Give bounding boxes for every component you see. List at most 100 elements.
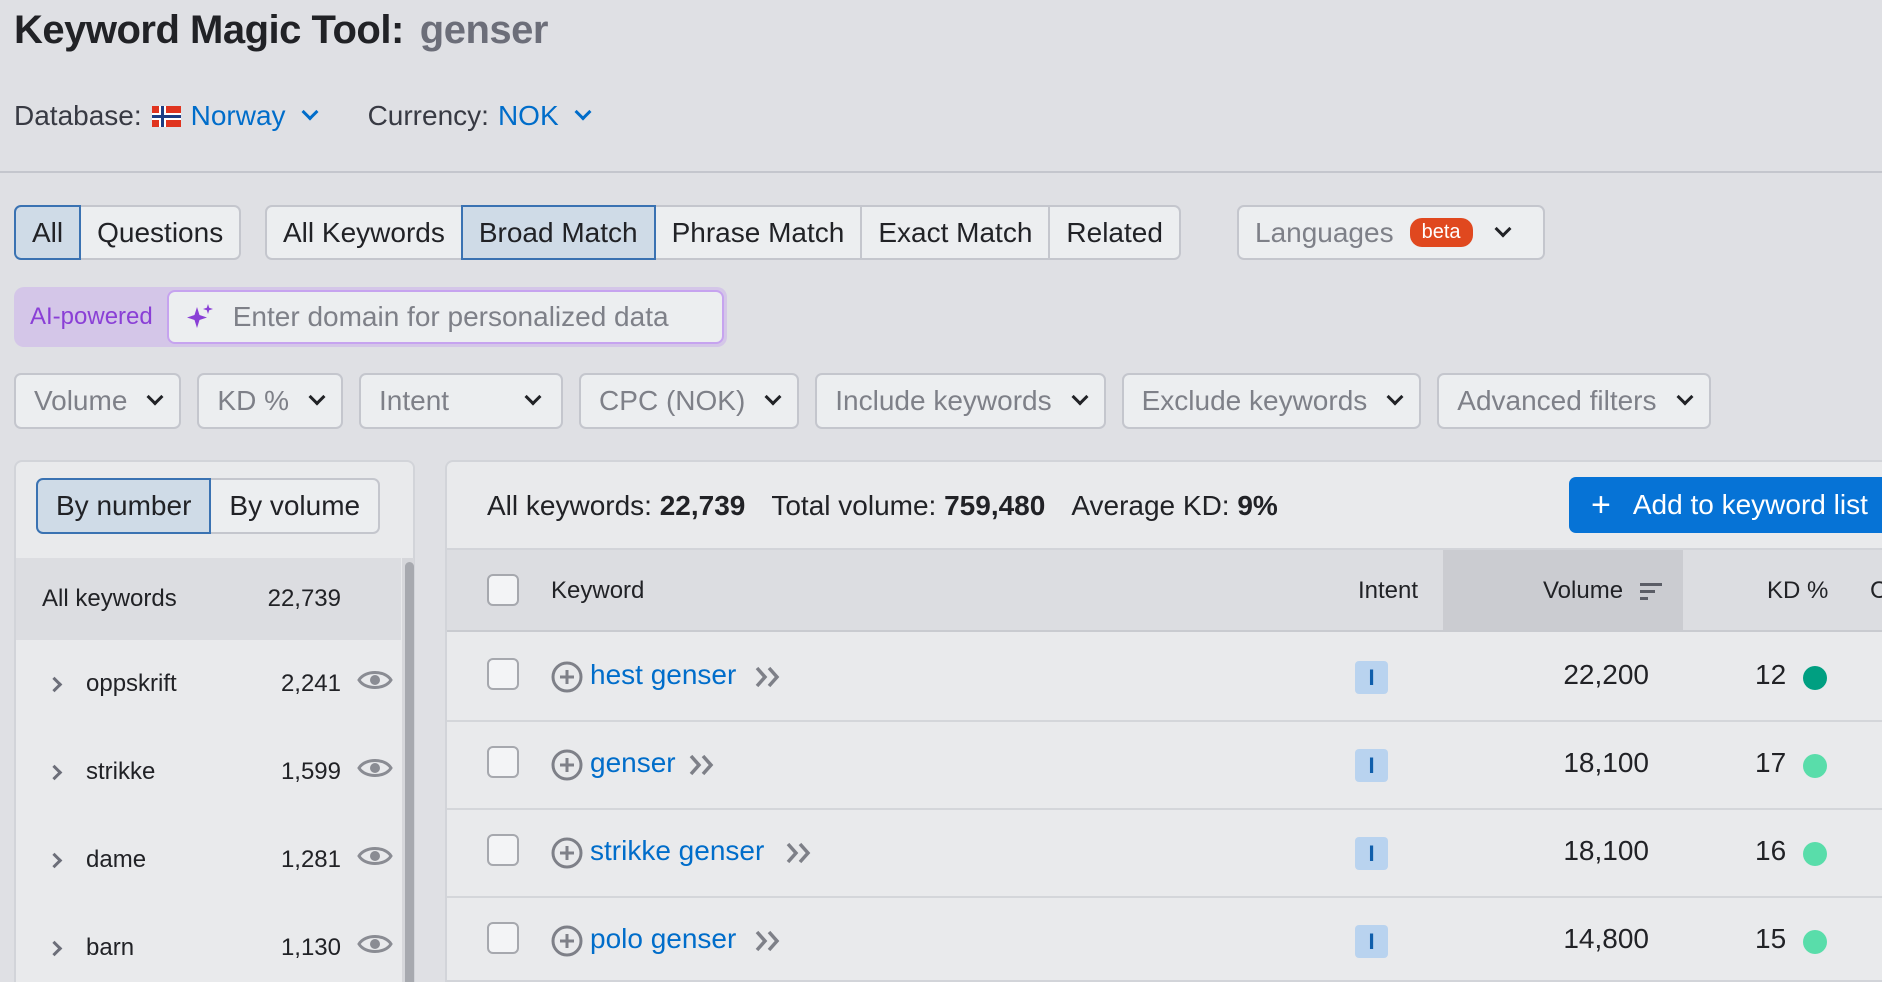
chevron-right-icon[interactable]	[46, 940, 63, 956]
by-number-button[interactable]: By number	[36, 478, 212, 534]
chevron-down-icon	[1071, 388, 1089, 406]
by-volume-button[interactable]: By volume	[209, 478, 381, 534]
tab-phrase-match[interactable]: Phrase Match	[653, 205, 863, 260]
plus-icon: +	[1591, 486, 1611, 524]
tab-all-keywords[interactable]: All Keywords	[265, 205, 463, 260]
select-all-checkbox[interactable]	[487, 574, 519, 606]
total-volume-value: 759,480	[944, 490, 1046, 521]
intent-badge: I	[1355, 837, 1388, 870]
intent-column-header[interactable]: Intent	[1358, 577, 1418, 605]
add-circle-icon[interactable]	[551, 837, 583, 869]
sort-descending-icon[interactable]	[1640, 582, 1664, 602]
chevron-down-icon[interactable]	[301, 103, 319, 121]
intent-badge: I	[1355, 661, 1388, 694]
database-select[interactable]: Norway	[191, 100, 286, 132]
cpc-column-header[interactable]: C	[1870, 577, 1882, 605]
add-circle-icon[interactable]	[551, 661, 583, 693]
group-name: dame	[86, 846, 147, 873]
chevron-right-icon[interactable]	[46, 676, 63, 692]
add-to-keyword-list-button[interactable]: + Add to keyword list	[1569, 477, 1882, 533]
page-title: Keyword Magic Tool: genser	[14, 8, 548, 53]
exclude-keywords-filter[interactable]: Exclude keywords	[1121, 373, 1422, 429]
double-chevron-right-icon[interactable]	[785, 840, 813, 866]
chevron-down-icon	[524, 388, 542, 406]
tab-related[interactable]: Related	[1048, 205, 1181, 260]
eye-icon[interactable]	[357, 931, 393, 957]
table-row: hest genser I 22,200 12	[447, 634, 1882, 722]
keyword-link[interactable]: genser	[590, 747, 676, 779]
languages-dropdown[interactable]: Languages beta	[1237, 205, 1545, 260]
keyword-link[interactable]: polo genser	[590, 923, 736, 955]
group-name: oppskrift	[86, 670, 177, 697]
group-item[interactable]: barn 1,130	[16, 904, 401, 982]
group-sort-toggle: By number By volume	[36, 478, 381, 534]
intent-filter[interactable]: Intent	[358, 373, 564, 429]
keyword-link[interactable]: hest genser	[590, 659, 736, 691]
kd-column-header[interactable]: KD %	[1767, 577, 1828, 605]
kd-filter[interactable]: KD %	[197, 373, 343, 429]
group-item[interactable]: strikke 1,599	[16, 728, 401, 816]
domain-input-placeholder: Enter domain for personalized data	[232, 301, 669, 332]
advanced-filters[interactable]: Advanced filters	[1437, 373, 1711, 429]
kd-value: 15	[1755, 923, 1787, 954]
eye-icon[interactable]	[357, 667, 393, 693]
row-checkbox[interactable]	[487, 922, 519, 954]
row-checkbox[interactable]	[487, 658, 519, 690]
cpc-filter[interactable]: CPC (NOK)	[579, 373, 800, 429]
ai-domain-box: AI-powered Enter domain for personalized…	[14, 287, 727, 347]
volume-filter[interactable]: Volume	[14, 373, 182, 429]
keyword-table-panel: All keywords: 22,739 Total volume: 759,4…	[445, 460, 1882, 982]
question-filter-tabs: All Questions	[14, 205, 242, 260]
double-chevron-right-icon[interactable]	[754, 664, 782, 690]
filter-bar: Volume KD % Intent CPC (NOK) Include key…	[14, 373, 1711, 429]
add-circle-icon[interactable]	[551, 925, 583, 957]
row-checkbox[interactable]	[487, 746, 519, 778]
group-count: 22,739	[267, 585, 341, 612]
keyword-link[interactable]: strikke genser	[590, 835, 764, 867]
intent-badge: I	[1355, 925, 1388, 958]
sparkle-icon	[186, 304, 213, 328]
group-count: 1,130	[280, 934, 341, 961]
all-keywords-label: All keywords:	[487, 490, 652, 521]
chevron-right-icon[interactable]	[46, 852, 63, 868]
group-item[interactable]: dame 1,281	[16, 816, 401, 904]
include-keywords-filter[interactable]: Include keywords	[815, 373, 1106, 429]
kd-filter-label: KD %	[217, 385, 289, 416]
table-header: Keyword Intent Volume KD % C	[447, 548, 1882, 632]
group-name: barn	[86, 934, 135, 961]
cpc-filter-label: CPC (NOK)	[599, 385, 746, 416]
chevron-down-icon	[146, 388, 164, 406]
double-chevron-right-icon[interactable]	[754, 928, 782, 954]
row-checkbox[interactable]	[487, 834, 519, 866]
kd-value: 12	[1755, 659, 1787, 690]
tab-broad-match[interactable]: Broad Match	[460, 205, 656, 260]
exclude-keywords-label: Exclude keywords	[1141, 385, 1368, 416]
tab-questions[interactable]: Questions	[79, 205, 242, 260]
average-kd-label: Average KD:	[1071, 490, 1230, 521]
seed-keyword: genser	[419, 8, 549, 52]
volume-value: 22,200	[1563, 659, 1649, 690]
chevron-down-icon[interactable]	[574, 103, 592, 121]
kd-indicator-dot	[1803, 930, 1827, 954]
chevron-right-icon[interactable]	[46, 764, 63, 780]
add-button-label: Add to keyword list	[1632, 489, 1868, 520]
domain-input[interactable]: Enter domain for personalized data	[166, 290, 724, 344]
tab-exact-match[interactable]: Exact Match	[860, 205, 1051, 260]
groups-scrollbar-thumb[interactable]	[405, 562, 414, 982]
intent-badge: I	[1355, 749, 1388, 782]
group-item[interactable]: oppskrift 2,241	[16, 640, 401, 728]
volume-column-header[interactable]: Volume	[1543, 577, 1623, 605]
table-row: genser I 18,100 17	[447, 722, 1882, 810]
currency-select[interactable]: NOK	[498, 100, 559, 132]
double-chevron-right-icon[interactable]	[688, 752, 716, 778]
group-count: 1,281	[280, 846, 341, 873]
all-keywords-group[interactable]: All keywords 22,739	[16, 558, 401, 640]
keyword-column-header[interactable]: Keyword	[551, 577, 644, 605]
eye-icon[interactable]	[357, 843, 393, 869]
group-name: All keywords	[42, 585, 177, 612]
tab-all[interactable]: All	[14, 205, 82, 260]
eye-icon[interactable]	[357, 755, 393, 781]
group-name: strikke	[86, 758, 156, 785]
add-circle-icon[interactable]	[551, 749, 583, 781]
total-volume-label: Total volume:	[771, 490, 937, 521]
